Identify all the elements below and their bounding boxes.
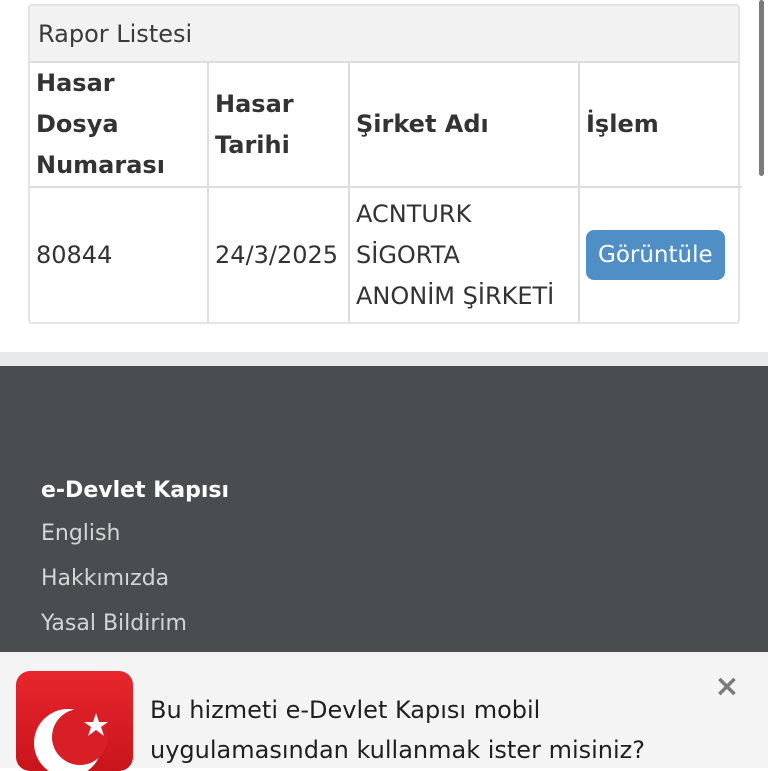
column-header-action: İşlem	[578, 63, 742, 188]
crescent-star-icon	[34, 709, 108, 771]
report-table: Hasar Dosya Numarası Hasar Tarihi Şirket…	[30, 63, 742, 322]
report-list-panel: Rapor Listesi Hasar Dosya Numarası Hasar…	[28, 4, 742, 324]
footer-link-about[interactable]: Hakkımızda	[41, 566, 169, 591]
date-cell: 24/3/2025	[207, 186, 350, 322]
company-cell: ACNTURK SİGORTA ANONİM ŞİRKETİ	[348, 186, 580, 322]
column-header-file-number: Hasar Dosya Numarası	[30, 63, 209, 188]
e-devlet-app-icon[interactable]	[16, 671, 133, 771]
panel-title: Rapor Listesi	[30, 6, 738, 63]
table-header-row: Hasar Dosya Numarası Hasar Tarihi Şirket…	[30, 63, 742, 188]
banner-message: Bu hizmeti e-Devlet Kapısı mobil uygulam…	[150, 696, 645, 764]
footer-title: e-Devlet Kapısı	[41, 478, 230, 503]
action-cell: Görüntüle	[578, 186, 742, 322]
column-header-company: Şirket Adı	[348, 63, 580, 188]
table-row: 80844 24/3/2025 ACNTURK SİGORTA ANONİM Ş…	[30, 186, 742, 322]
close-icon[interactable]: ×	[712, 672, 742, 702]
file-number-cell: 80844	[30, 186, 209, 322]
footer-link-legal[interactable]: Yasal Bildirim	[41, 611, 187, 636]
footer-link-english[interactable]: English	[41, 521, 120, 546]
view-report-button[interactable]: Görüntüle	[586, 230, 725, 280]
column-header-date: Hasar Tarihi	[207, 63, 350, 188]
page-scrollbar[interactable]	[759, 0, 764, 176]
section-divider	[0, 352, 768, 366]
